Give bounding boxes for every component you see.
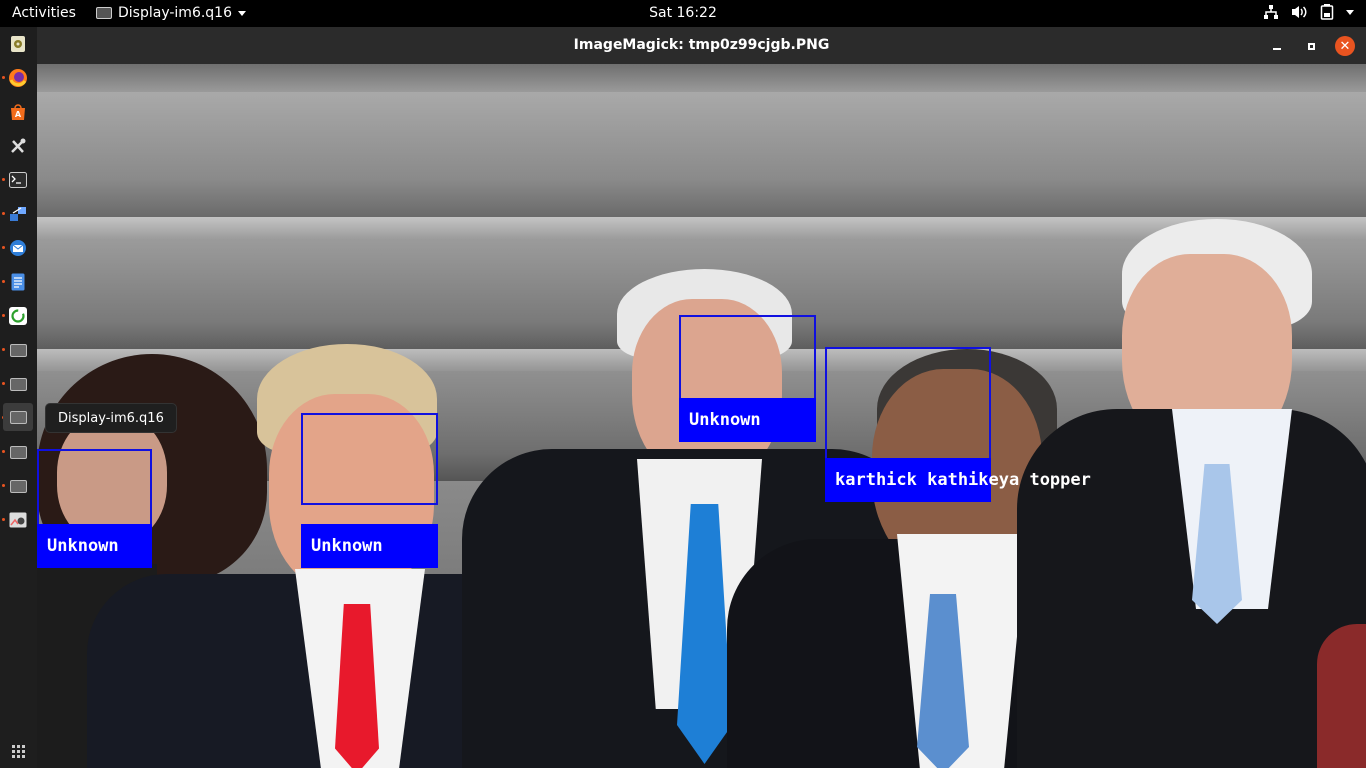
dock-thunderbird-icon[interactable] — [7, 237, 29, 259]
image-canvas[interactable]: Unknown Unknown Unknown karthick kathike… — [37, 64, 1366, 768]
running-indicator — [2, 178, 5, 181]
dock-window-icon[interactable] — [7, 373, 29, 395]
person-coat — [1317, 624, 1366, 768]
dock-software-center-icon[interactable]: A — [7, 101, 29, 123]
face-detection-box — [825, 347, 991, 467]
running-indicator — [2, 212, 5, 215]
dock-rhythmbox-icon[interactable] — [7, 33, 29, 55]
dock-transfer-icon[interactable] — [7, 203, 29, 225]
top-bar: Activities Display-im6.q16 Sat 16:22 — [0, 0, 1366, 27]
face-label: Unknown — [679, 398, 816, 442]
running-indicator — [2, 348, 5, 351]
dock-terminal-icon[interactable] — [7, 169, 29, 191]
app-menu[interactable]: Display-im6.q16 — [96, 5, 246, 21]
app-window-icon — [96, 7, 112, 19]
running-indicator — [2, 280, 5, 283]
app-menu-label: Display-im6.q16 — [118, 5, 232, 21]
network-icon[interactable] — [1263, 4, 1279, 20]
face-detection-box — [301, 413, 438, 505]
dock-window-icon[interactable] — [3, 403, 33, 431]
minimize-icon — [1273, 48, 1281, 50]
dock-window-icon[interactable] — [7, 339, 29, 361]
running-indicator — [2, 518, 5, 521]
stone-step — [37, 64, 1366, 92]
running-indicator — [2, 246, 5, 249]
dock-tools-icon[interactable] — [7, 135, 29, 157]
imagemagick-window: ImageMagick: tmp0z99cjgb.PNG ✕ Unknown U… — [37, 27, 1366, 768]
stone-step — [37, 92, 1366, 217]
chevron-down-icon — [238, 10, 246, 16]
face-label: Unknown — [301, 524, 438, 568]
running-indicator — [2, 314, 5, 317]
dock-firefox-icon[interactable] — [7, 67, 29, 89]
face-label: Unknown — [37, 524, 152, 568]
close-button[interactable]: ✕ — [1335, 36, 1355, 56]
maximize-button[interactable] — [1302, 37, 1320, 55]
running-indicator — [2, 484, 5, 487]
dock: A — [0, 27, 37, 768]
dock-window-icon[interactable] — [7, 441, 29, 463]
dock-document-icon[interactable] — [7, 271, 29, 293]
show-applications-icon[interactable] — [12, 745, 25, 758]
running-indicator — [2, 76, 5, 79]
system-menu-caret-icon[interactable] — [1346, 9, 1354, 15]
dock-tooltip: Display-im6.q16 — [45, 403, 177, 433]
maximize-icon — [1307, 42, 1315, 50]
system-tray[interactable] — [1263, 4, 1354, 20]
battery-icon[interactable] — [1320, 4, 1334, 20]
activities-button[interactable]: Activities — [12, 5, 76, 21]
window-titlebar[interactable]: ImageMagick: tmp0z99cjgb.PNG ✕ — [37, 27, 1366, 64]
dock-window-icon[interactable] — [7, 475, 29, 497]
running-indicator — [2, 450, 5, 453]
running-indicator — [2, 382, 5, 385]
clock-label[interactable]: Sat 16:22 — [649, 5, 717, 21]
dock-image-viewer-icon[interactable] — [7, 509, 29, 531]
volume-icon[interactable] — [1291, 4, 1308, 20]
window-title: ImageMagick: tmp0z99cjgb.PNG — [573, 37, 830, 53]
face-label: karthick kathikeya topper — [825, 458, 1091, 502]
dock-refresh-icon[interactable] — [7, 305, 29, 327]
face-detection-box — [679, 315, 816, 407]
minimize-button[interactable] — [1268, 37, 1286, 55]
svg-text:A: A — [15, 110, 22, 119]
